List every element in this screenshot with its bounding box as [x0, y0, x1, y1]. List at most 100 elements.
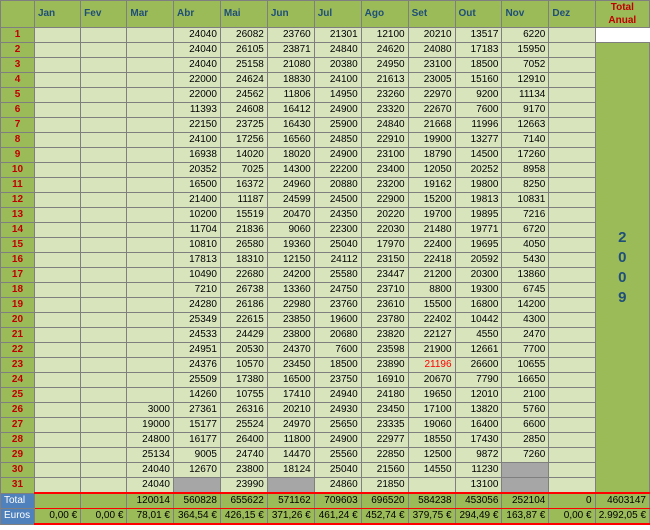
cell-out[interactable]: 7790: [454, 372, 503, 388]
cell-nov[interactable]: [501, 462, 550, 478]
cell-jun[interactable]: [266, 477, 315, 494]
cell-jul[interactable]: 19600: [313, 312, 362, 328]
cell-mar[interactable]: [126, 192, 174, 208]
cell-fev[interactable]: [80, 477, 128, 494]
cell-abr[interactable]: 24951: [172, 342, 221, 358]
cell-jun[interactable]: 24370: [266, 342, 315, 358]
cell-abr[interactable]: 12670: [172, 462, 221, 478]
cell-out[interactable]: 15160: [454, 72, 503, 88]
cell-abr[interactable]: 14260: [172, 387, 221, 403]
cell-ago[interactable]: 21560: [360, 462, 409, 478]
cell-jun[interactable]: 23800: [266, 327, 315, 343]
cell-set[interactable]: 20210: [407, 27, 456, 43]
cell-jun[interactable]: 17410: [266, 387, 315, 403]
cell-jan[interactable]: [33, 27, 82, 43]
cell-ago[interactable]: 23150: [360, 252, 409, 268]
cell-mar[interactable]: [126, 312, 174, 328]
cell-fev[interactable]: [80, 147, 128, 163]
cell-jun[interactable]: 16500: [266, 372, 315, 388]
cell-jul[interactable]: 25580: [313, 267, 362, 283]
cell-out[interactable]: 18500: [454, 57, 503, 73]
cell-jul[interactable]: 20680: [313, 327, 362, 343]
cell-mai[interactable]: 24562: [219, 87, 268, 103]
cell-jul[interactable]: 24840: [313, 42, 362, 58]
cell-abr[interactable]: 24100: [172, 132, 221, 148]
cell-mar[interactable]: [126, 297, 174, 313]
cell-mai[interactable]: 20530: [219, 342, 268, 358]
cell-mar[interactable]: 24040: [126, 477, 174, 494]
cell-jun[interactable]: 21080: [266, 57, 315, 73]
cell-mai[interactable]: 24624: [219, 72, 268, 88]
cell-jan[interactable]: [33, 357, 82, 373]
cell-out[interactable]: 17430: [454, 432, 503, 448]
cell-jun[interactable]: 19360: [266, 237, 315, 253]
cell-fev[interactable]: [80, 462, 128, 478]
cell-jun[interactable]: 24200: [266, 267, 315, 283]
cell-ago[interactable]: 23335: [360, 417, 409, 433]
cell-abr[interactable]: 25509: [172, 372, 221, 388]
cell-mar[interactable]: 3000: [126, 402, 174, 418]
cell-mai[interactable]: 15519: [219, 207, 268, 223]
cell-abr[interactable]: 24376: [172, 357, 221, 373]
cell-jul[interactable]: 7600: [313, 342, 362, 358]
cell-mai[interactable]: 26186: [219, 297, 268, 313]
cell-fev[interactable]: [80, 192, 128, 208]
cell-jul[interactable]: 20380: [313, 57, 362, 73]
cell-mai[interactable]: 26580: [219, 237, 268, 253]
cell-jun[interactable]: 22980: [266, 297, 315, 313]
cell-dez[interactable]: [548, 327, 596, 343]
cell-jul[interactable]: 23750: [313, 372, 362, 388]
cell-jul[interactable]: 24930: [313, 402, 362, 418]
cell-out[interactable]: 20252: [454, 162, 503, 178]
cell-out[interactable]: 13820: [454, 402, 503, 418]
cell-nov[interactable]: 17260: [501, 147, 550, 163]
cell-ago[interactable]: 24840: [360, 117, 409, 133]
cell-jan[interactable]: [33, 372, 82, 388]
cell-jan[interactable]: [33, 57, 82, 73]
cell-jan[interactable]: [33, 312, 82, 328]
cell-jun[interactable]: 24599: [266, 192, 315, 208]
cell-out[interactable]: 10442: [454, 312, 503, 328]
cell-ago[interactable]: 21613: [360, 72, 409, 88]
cell-fev[interactable]: [80, 372, 128, 388]
cell-jul[interactable]: 22200: [313, 162, 362, 178]
cell-abr[interactable]: 24280: [172, 297, 221, 313]
cell-jun[interactable]: 20210: [266, 402, 315, 418]
cell-abr[interactable]: 24040: [172, 57, 221, 73]
cell-set[interactable]: 19162: [407, 177, 456, 193]
cell-jun[interactable]: 11800: [266, 432, 315, 448]
cell-mar[interactable]: [126, 177, 174, 193]
cell-set[interactable]: [407, 477, 456, 494]
cell-jul[interactable]: 24750: [313, 282, 362, 298]
cell-jan[interactable]: [33, 207, 82, 223]
cell-dez[interactable]: [548, 252, 596, 268]
cell-abr[interactable]: 10490: [172, 267, 221, 283]
cell-dez[interactable]: [548, 192, 596, 208]
cell-mai[interactable]: 26738: [219, 282, 268, 298]
cell-mai[interactable]: 24740: [219, 447, 268, 463]
cell-jan[interactable]: [33, 132, 82, 148]
cell-fev[interactable]: [80, 282, 128, 298]
cell-out[interactable]: 9872: [454, 447, 503, 463]
cell-ago[interactable]: 23320: [360, 102, 409, 118]
cell-jul[interactable]: 24850: [313, 132, 362, 148]
cell-dez[interactable]: [548, 102, 596, 118]
cell-out[interactable]: 26600: [454, 357, 503, 373]
cell-mar[interactable]: [126, 267, 174, 283]
cell-mar[interactable]: [126, 162, 174, 178]
cell-ago[interactable]: 24950: [360, 57, 409, 73]
cell-mar[interactable]: [126, 132, 174, 148]
cell-abr[interactable]: 17813: [172, 252, 221, 268]
cell-jun[interactable]: 9060: [266, 222, 315, 238]
cell-fev[interactable]: [80, 162, 128, 178]
cell-jan[interactable]: [33, 342, 82, 358]
cell-ago[interactable]: 23447: [360, 267, 409, 283]
cell-jan[interactable]: [33, 222, 82, 238]
cell-jul[interactable]: 18500: [313, 357, 362, 373]
cell-abr[interactable]: 21400: [172, 192, 221, 208]
cell-mai[interactable]: 11187: [219, 192, 268, 208]
cell-dez[interactable]: [548, 222, 596, 238]
cell-mai[interactable]: 10755: [219, 387, 268, 403]
cell-out[interactable]: 19895: [454, 207, 503, 223]
cell-dez[interactable]: [548, 477, 596, 494]
